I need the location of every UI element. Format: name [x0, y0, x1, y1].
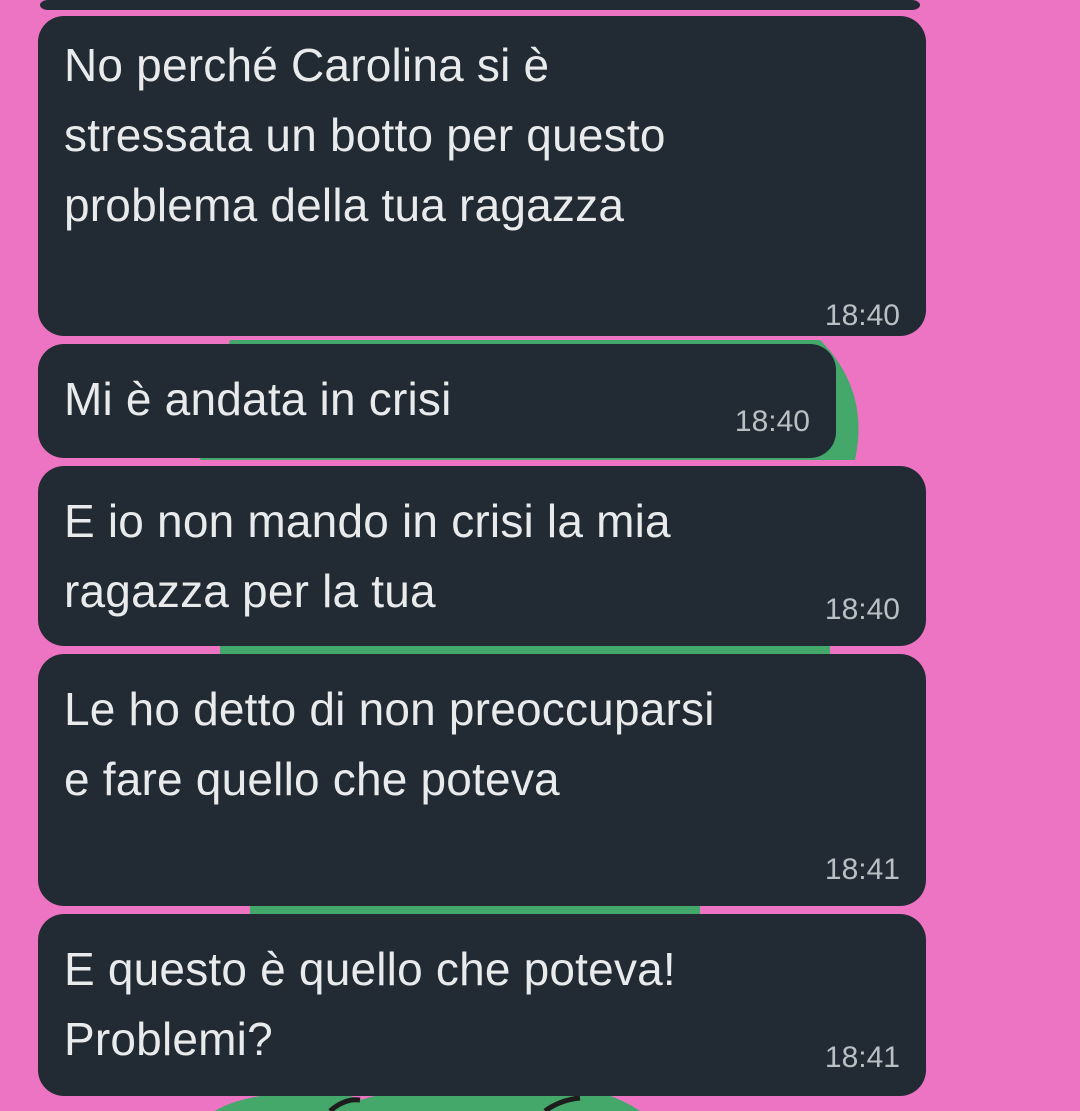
message-time: 18:41 [824, 853, 900, 886]
message-bubble[interactable]: E questo è quello che poteva! Problemi? … [38, 914, 926, 1096]
message-time: 18:40 [734, 405, 810, 438]
message-bubble[interactable]: No perché Carolina si è stressata un bot… [38, 16, 926, 336]
message-time: 18:40 [824, 299, 900, 332]
message-text: E io non mando in crisi la mia ragazza p… [64, 495, 671, 617]
message-text: E questo è quello che poteva! Problemi? [64, 943, 676, 1065]
message-time: 18:41 [824, 1041, 900, 1074]
top-bubble-edge [40, 0, 920, 10]
message-bubble[interactable]: Mi è andata in crisi 18:40 [38, 344, 836, 458]
message-text: No perché Carolina si è stressata un bot… [64, 39, 666, 231]
message-bubble[interactable]: E io non mando in crisi la mia ragazza p… [38, 466, 926, 646]
message-bubble[interactable]: Le ho detto di non preoccuparsi e fare q… [38, 654, 926, 906]
message-text: Mi è andata in crisi [64, 373, 452, 425]
message-text: Le ho detto di non preoccuparsi e fare q… [64, 683, 715, 805]
message-time: 18:40 [824, 593, 900, 626]
